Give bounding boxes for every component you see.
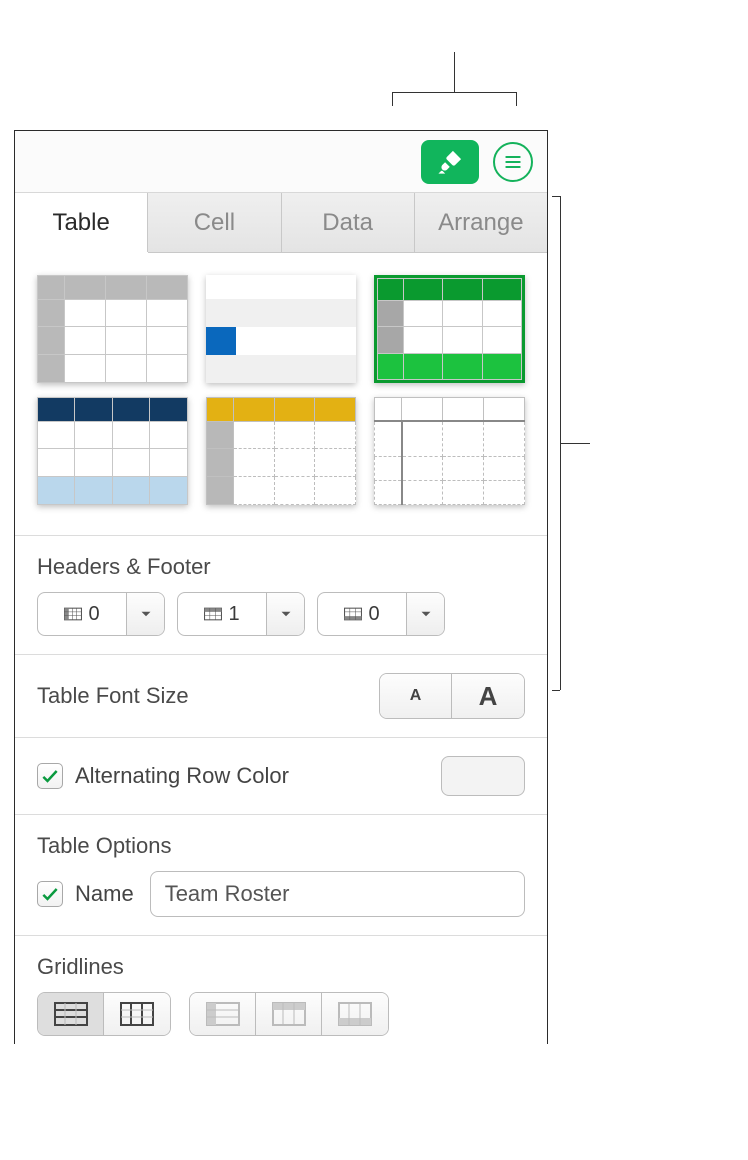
table-name-checkbox[interactable]: Name (37, 881, 134, 907)
header-rows-value: 1 (228, 603, 239, 626)
tab-cell[interactable]: Cell (148, 193, 281, 252)
header-columns-stepper[interactable]: 0 (37, 592, 165, 636)
panel-menu-button[interactable] (493, 142, 533, 182)
table-style-4[interactable] (37, 397, 188, 505)
body-vertical-gridlines-button[interactable] (104, 993, 170, 1035)
font-size-segmented: A A (379, 673, 525, 719)
table-style-6[interactable] (374, 397, 525, 505)
table-font-size-section: Table Font Size A A (15, 655, 547, 738)
grid-footer-row-icon (338, 1002, 372, 1026)
header-columns-dropdown[interactable] (126, 593, 164, 635)
header-column-gridlines-button[interactable] (190, 993, 256, 1035)
format-inspector-panel: Table Cell Data Arrange Headers & Footer (14, 130, 548, 1044)
gridlines-title: Gridlines (37, 954, 525, 980)
tab-arrange[interactable]: Arrange (415, 193, 547, 252)
annotation-leader (392, 92, 393, 106)
table-style-1[interactable] (37, 275, 188, 383)
grid-vertical-icon (120, 1002, 154, 1026)
body-horizontal-gridlines-button[interactable] (38, 993, 104, 1035)
toolbar (15, 131, 547, 193)
footer-rows-stepper[interactable]: 0 (317, 592, 445, 636)
chevron-down-icon (417, 605, 435, 623)
menu-lines-icon (503, 152, 523, 172)
checkmark-icon (40, 766, 60, 786)
header-rows-stepper[interactable]: 1 (177, 592, 305, 636)
grid-header-col-icon (206, 1002, 240, 1026)
annotation-leader (454, 52, 455, 92)
headers-footer-section: Headers & Footer 0 1 (15, 536, 547, 655)
tab-data[interactable]: Data (282, 193, 415, 252)
table-options-section: Table Options Name (15, 815, 547, 936)
annotation-leader (516, 92, 517, 106)
headers-footer-title: Headers & Footer (37, 554, 525, 580)
table-style-2[interactable] (206, 275, 357, 383)
inspector-tabs: Table Cell Data Arrange (15, 193, 547, 253)
header-gridlines-segmented (189, 992, 389, 1036)
table-style-grid (15, 253, 547, 536)
footer-row-gridlines-button[interactable] (322, 993, 388, 1035)
font-size-decrease-button[interactable]: A (380, 674, 452, 718)
annotation-leader (392, 92, 516, 93)
table-style-3[interactable] (374, 275, 525, 383)
alternating-row-checkbox[interactable]: Alternating Row Color (37, 763, 289, 789)
annotation-leader (560, 443, 590, 444)
tab-table[interactable]: Table (15, 193, 148, 252)
alternating-row-label: Alternating Row Color (75, 763, 289, 789)
table-style-5[interactable] (206, 397, 357, 505)
footer-rows-dropdown[interactable] (406, 593, 444, 635)
paintbrush-icon (436, 148, 464, 176)
annotation-leader (552, 196, 560, 197)
table-name-input[interactable] (150, 871, 525, 917)
table-options-title: Table Options (37, 833, 525, 859)
checkmark-icon (40, 884, 60, 904)
chevron-down-icon (277, 605, 295, 623)
header-rows-dropdown[interactable] (266, 593, 304, 635)
alternating-row-color-well[interactable] (441, 756, 525, 796)
table-name-label: Name (75, 881, 134, 907)
gridlines-section: Gridlines (15, 936, 547, 1044)
footer-rows-icon (344, 605, 362, 623)
footer-rows-value: 0 (368, 603, 379, 626)
annotation-leader (552, 690, 560, 691)
header-columns-icon (64, 605, 82, 623)
body-gridlines-segmented (37, 992, 171, 1036)
grid-horizontal-icon (54, 1002, 88, 1026)
header-row-gridlines-button[interactable] (256, 993, 322, 1035)
chevron-down-icon (137, 605, 155, 623)
header-columns-value: 0 (88, 603, 99, 626)
alternating-row-section: Alternating Row Color (15, 738, 547, 815)
header-rows-icon (204, 605, 222, 623)
grid-header-row-icon (272, 1002, 306, 1026)
table-font-size-title: Table Font Size (37, 683, 189, 709)
format-brush-button[interactable] (421, 140, 479, 184)
font-size-increase-button[interactable]: A (452, 674, 524, 718)
